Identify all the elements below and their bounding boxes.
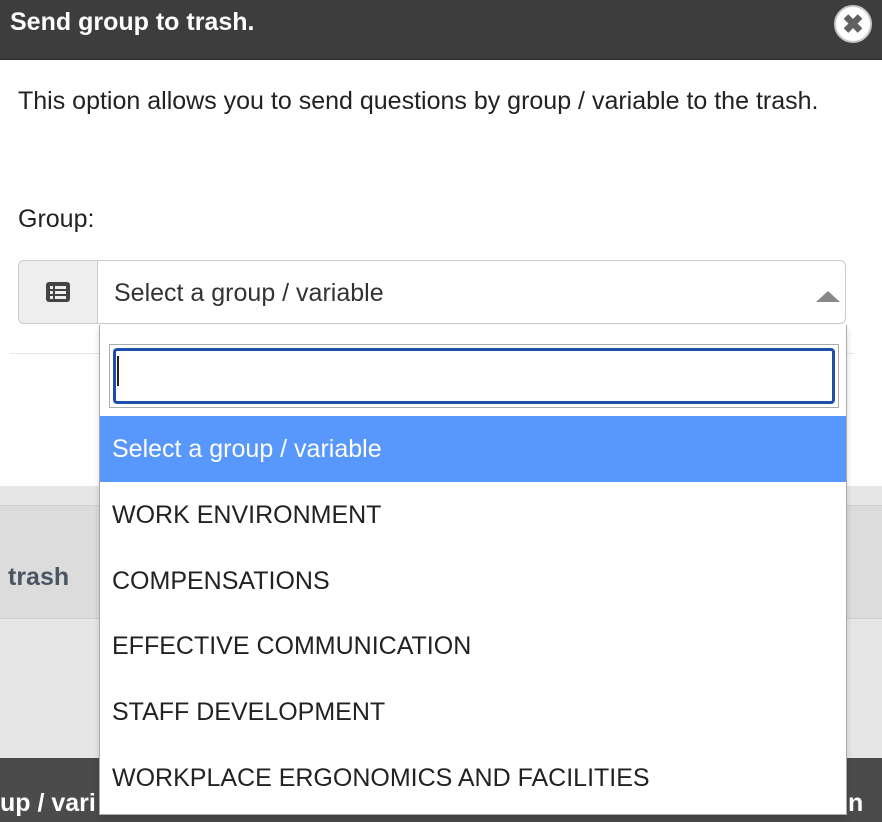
close-icon: ✖ xyxy=(842,9,864,39)
background-trash-label: trash xyxy=(8,563,70,591)
dropdown-option-staff-development[interactable]: STAFF DEVELOPMENT xyxy=(100,679,846,745)
group-select-field: Select a group / variable xyxy=(18,260,846,324)
group-dropdown: Select a group / variable WORK ENVIRONME… xyxy=(99,325,847,815)
dropdown-search-wrapper xyxy=(109,344,839,408)
background-header-text-right: n xyxy=(848,789,864,817)
modal-description: This option allows you to send questions… xyxy=(18,87,819,115)
group-select-value: Select a group / variable xyxy=(114,279,384,307)
list-icon xyxy=(46,282,70,302)
dropdown-option-placeholder[interactable]: Select a group / variable xyxy=(100,416,846,482)
group-select[interactable]: Select a group / variable xyxy=(97,260,846,324)
arrow-up-icon xyxy=(816,291,840,302)
background-header-text-left: up / vari xyxy=(0,789,96,817)
dropdown-search-input[interactable] xyxy=(113,348,835,404)
text-cursor xyxy=(117,356,119,386)
dropdown-option-workplace-ergonomics[interactable]: WORKPLACE ERGONOMICS AND FACILITIES xyxy=(100,745,846,811)
dropdown-option-compensations[interactable]: COMPENSATIONS xyxy=(100,548,846,614)
close-button[interactable]: ✖ xyxy=(834,5,872,43)
modal-header: Send group to trash. ✖ xyxy=(0,0,882,60)
group-label: Group: xyxy=(18,205,95,233)
page: trash up / vari n Send group to trash. ✖… xyxy=(0,0,882,822)
modal-title: Send group to trash. xyxy=(10,8,255,36)
select-addon xyxy=(18,260,97,324)
dropdown-option-work-environment[interactable]: WORK ENVIRONMENT xyxy=(100,482,846,548)
dropdown-option-effective-communication[interactable]: EFFECTIVE COMMUNICATION xyxy=(100,613,846,679)
